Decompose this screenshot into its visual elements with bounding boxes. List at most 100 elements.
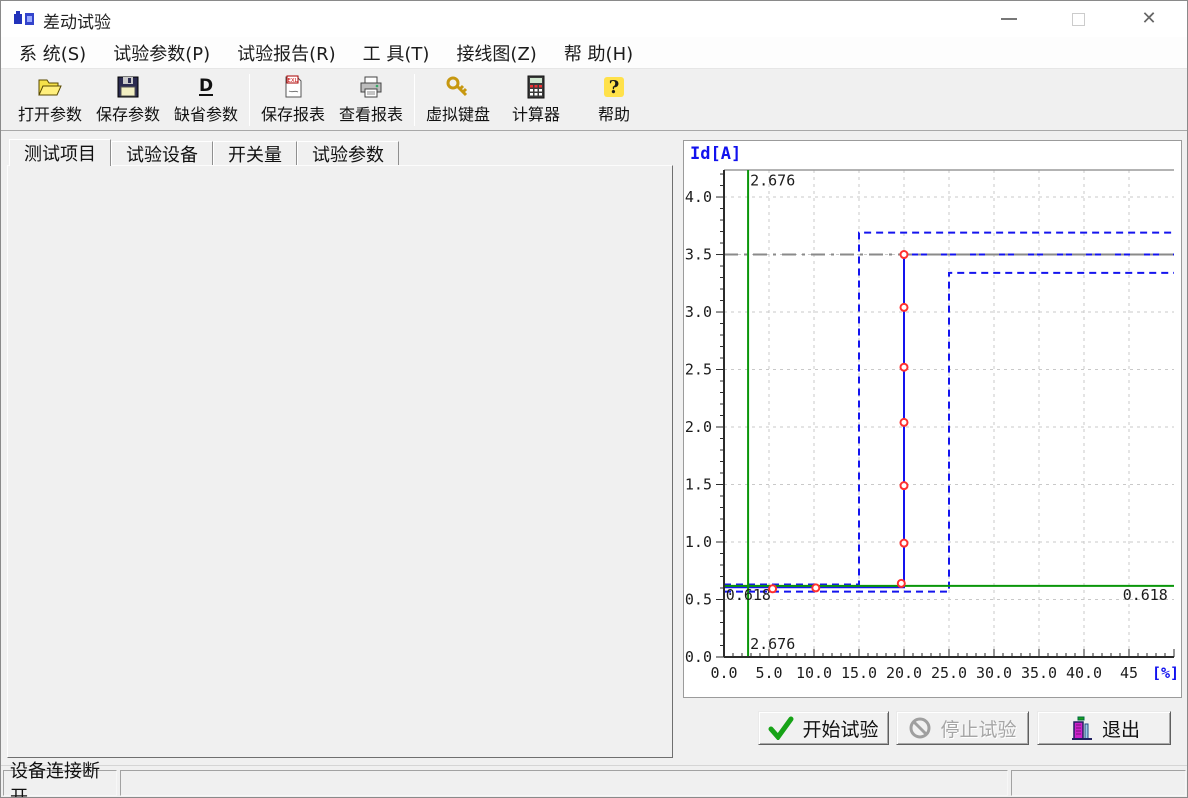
chart-text: 20.0 xyxy=(886,664,922,682)
chart-text: 15.0 xyxy=(841,664,877,682)
chart-text: 35.0 xyxy=(1021,664,1057,682)
maximize-button[interactable] xyxy=(1055,1,1101,37)
chart-panel: 0.0 5.0 10.0 15.0 20.0 25.0 30.0 35.0 40.0 45 0.0 0… xyxy=(683,140,1182,698)
chart-text: 5.0 xyxy=(755,664,782,682)
menu-item-2[interactable]: 试验参数(P) xyxy=(113,40,210,66)
chart-text: Id[A] xyxy=(690,144,741,164)
chart-text: 3.0 xyxy=(685,303,712,321)
toolbar-button-7[interactable]: 计算器 xyxy=(497,71,575,129)
close-icon: ✕ xyxy=(1141,10,1156,28)
minimize-button[interactable] xyxy=(986,1,1032,37)
tab-strip: 测试项目试验设备开关量试验参数 xyxy=(9,139,399,166)
tab-page xyxy=(7,165,673,758)
toolbar-button-label: 帮助 xyxy=(598,101,630,125)
action-button-label: 退出 xyxy=(1102,715,1140,742)
window: 差动试验 ✕ 系 统(S) 试验参数(P) 试验报告(R) 工 具(T) 接线图(Z) 帮… xyxy=(0,0,1188,798)
toolbar-button-1[interactable]: 打开参数 xyxy=(11,71,89,129)
save-floppy-icon xyxy=(115,74,141,100)
minimize-icon xyxy=(1001,18,1017,20)
exit-icon xyxy=(1068,715,1094,741)
svg-text:D: D xyxy=(199,76,213,96)
chart-text: 0.5 xyxy=(685,591,712,609)
action-button-label: 停止试验 xyxy=(940,715,1016,742)
tab-4[interactable]: 试验参数 xyxy=(297,141,399,166)
menu-item-3[interactable]: 试验报告(R) xyxy=(237,40,336,66)
save-report-icon: EXL xyxy=(280,74,306,100)
stop-icon xyxy=(908,716,932,740)
test-point-marker xyxy=(769,585,776,592)
toolbar-button-label: 保存报表 xyxy=(261,101,325,125)
calculator-icon xyxy=(523,74,549,100)
tab-3[interactable]: 开关量 xyxy=(213,141,297,166)
toolbar-button-label: 查看报表 xyxy=(339,101,403,125)
printer-icon xyxy=(358,74,384,100)
status-bar: 设备连接断开 xyxy=(1,765,1187,798)
menu-bar: 系 统(S) 试验参数(P) 试验报告(R) 工 具(T) 接线图(Z) 帮 助(H) xyxy=(1,37,1187,69)
action-button-3[interactable]: 退出 xyxy=(1037,711,1171,745)
toolbar-button-2[interactable]: 保存参数 xyxy=(89,71,167,129)
action-button-1[interactable]: 开始试验 xyxy=(758,711,889,745)
toolbar-button-6[interactable]: 虚拟键盘 xyxy=(419,71,497,129)
key-icon xyxy=(445,74,471,100)
differential-characteristic-chart: 0.0 5.0 10.0 15.0 20.0 25.0 30.0 35.0 40.0 45 0.0 0… xyxy=(684,141,1181,697)
toolbar-button-4[interactable]: EXL 保存报表 xyxy=(254,71,332,129)
open-folder-icon xyxy=(37,74,63,100)
test-point-marker xyxy=(901,540,908,547)
chart-text: 0.618 xyxy=(726,586,771,604)
toolbar-separator xyxy=(414,74,415,126)
check-icon xyxy=(768,716,794,740)
toolbar-button-5[interactable]: 查看报表 xyxy=(332,71,410,129)
chart-text: 2.0 xyxy=(685,418,712,436)
test-point-marker xyxy=(901,419,908,426)
toolbar: 打开参数保存参数 D 缺省参数 EXL 保存报表查看报表虚拟键盘计算器? 帮助 xyxy=(1,69,1187,131)
chart-text: [%] xyxy=(1152,664,1179,682)
tab-2[interactable]: 试验设备 xyxy=(111,141,213,166)
chart-text: 0.0 xyxy=(685,648,712,666)
test-point-marker xyxy=(901,364,908,371)
menu-item-1[interactable]: 系 统(S) xyxy=(19,40,86,66)
close-button[interactable]: ✕ xyxy=(1126,1,1172,37)
chart-text: 30.0 xyxy=(976,664,1012,682)
maximize-icon xyxy=(1072,13,1085,26)
chart-text: 0.618 xyxy=(1123,586,1168,604)
test-point-marker xyxy=(901,251,908,258)
status-panel xyxy=(1011,770,1186,796)
toolbar-button-3[interactable]: D 缺省参数 xyxy=(167,71,245,129)
question-icon: ? xyxy=(601,74,627,100)
test-point-marker xyxy=(901,482,908,489)
chart-text: 2.676 xyxy=(750,635,795,653)
menu-item-4[interactable]: 工 具(T) xyxy=(363,40,430,66)
toolbar-button-label: 虚拟键盘 xyxy=(426,101,490,125)
app-icon xyxy=(13,8,35,30)
toolbar-button-label: 保存参数 xyxy=(96,101,160,125)
title-bar: 差动试验 ✕ xyxy=(1,1,1187,37)
toolbar-button-8[interactable]: ? 帮助 xyxy=(575,71,653,129)
test-point-marker xyxy=(898,580,905,587)
tab-1[interactable]: 测试项目 xyxy=(9,139,111,166)
chart-text: 1.0 xyxy=(685,533,712,551)
test-point-marker xyxy=(901,304,908,311)
svg-text:?: ? xyxy=(609,77,620,98)
menu-item-6[interactable]: 帮 助(H) xyxy=(564,40,633,66)
chart-text: 10.0 xyxy=(796,664,832,682)
default-d-icon: D xyxy=(193,74,219,100)
chart-text: 0.0 xyxy=(710,664,737,682)
toolbar-separator xyxy=(249,74,250,126)
toolbar-button-label: 计算器 xyxy=(512,101,560,125)
toolbar-button-label: 打开参数 xyxy=(18,101,82,125)
chart-text: 4.0 xyxy=(685,188,712,206)
test-point-marker xyxy=(812,584,819,591)
chart-text: 3.5 xyxy=(685,246,712,264)
connection-status: 设备连接断开 xyxy=(3,770,117,796)
menu-item-5[interactable]: 接线图(Z) xyxy=(456,40,536,66)
chart-text: 45 xyxy=(1120,664,1138,682)
chart-text: 2.5 xyxy=(685,361,712,379)
svg-text:EXL: EXL xyxy=(287,78,298,84)
toolbar-button-label: 缺省参数 xyxy=(174,101,238,125)
chart-text: 40.0 xyxy=(1066,664,1102,682)
action-button-2: 停止试验 xyxy=(896,711,1029,745)
chart-text: 25.0 xyxy=(931,664,967,682)
window-title: 差动试验 xyxy=(43,8,111,33)
action-button-label: 开始试验 xyxy=(802,715,878,742)
chart-text: 1.5 xyxy=(685,476,712,494)
